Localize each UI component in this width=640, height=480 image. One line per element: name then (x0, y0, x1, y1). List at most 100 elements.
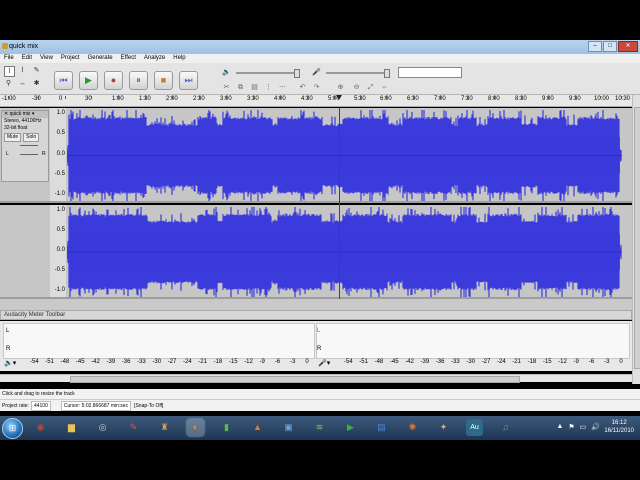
equalizer-icon[interactable]: ≋ (311, 419, 328, 436)
trim-icon[interactable]: ⋮ (264, 83, 273, 92)
media-player-icon[interactable]: ◎ (94, 419, 111, 436)
vlc-icon[interactable]: ▲ (249, 419, 266, 436)
maximize-button[interactable]: □ (603, 41, 617, 52)
adobe-audition-icon[interactable]: Au (466, 419, 483, 436)
track-format: Stereo, 44100Hz (4, 118, 42, 124)
mic-meter-icon[interactable]: 🎤▾ (318, 359, 330, 367)
cut-icon[interactable]: ✂ (222, 83, 231, 92)
envelope-tool-icon[interactable]: ⌇ (18, 66, 27, 75)
installer-icon[interactable]: ♜ (156, 419, 173, 436)
audacity-icon[interactable]: ◐ (187, 419, 204, 436)
ruler-tick (360, 96, 361, 99)
menu-item-effect[interactable]: Effect (117, 54, 140, 63)
volume-icon[interactable]: 🔊 (591, 423, 600, 431)
playback-meter[interactable]: L R (3, 323, 315, 359)
menu-item-view[interactable]: View (36, 54, 57, 63)
silence-icon[interactable]: ⋯ (278, 83, 287, 92)
scroll-thumb[interactable] (634, 107, 640, 369)
amplitude-label: 0.5 (56, 227, 65, 233)
solo-button[interactable]: Solo (23, 133, 40, 142)
network-icon[interactable]: ▭ (580, 423, 587, 431)
skip-end-button[interactable]: ⏭ (179, 71, 198, 90)
undo-icon[interactable]: ↶ (298, 83, 307, 92)
recording-volume-slider[interactable] (326, 69, 390, 78)
zoom-out-icon[interactable]: ⊖ (352, 83, 361, 92)
zoom-in-icon[interactable]: ⊕ (336, 83, 345, 92)
green-app-icon[interactable]: ▮ (218, 419, 235, 436)
ruler-tick (307, 96, 308, 99)
scroll-thumb[interactable] (70, 376, 520, 383)
vertical-scrollbar[interactable] (632, 95, 640, 384)
empty-track-area[interactable] (0, 299, 632, 310)
start-button[interactable]: ⊞ (2, 418, 23, 439)
explorer-folder-icon[interactable]: ▆ (63, 419, 80, 436)
action-center-flag-icon[interactable]: ⚑ (568, 423, 574, 431)
playback-cursor (339, 108, 340, 299)
selection-tool-icon[interactable]: I (4, 66, 15, 77)
audio-track-1[interactable]: ✕ quick mix ▾ Stereo, 44100Hz 32-bit flo… (0, 108, 632, 203)
meter-left-label: L (317, 328, 321, 334)
menu-item-file[interactable]: File (0, 54, 18, 63)
zoom-tool-icon[interactable]: ⚲ (4, 79, 13, 88)
amplitude-label: 0.0 (56, 150, 65, 157)
horizontal-scrollbar[interactable] (0, 374, 632, 383)
draw-tool-icon[interactable]: ✎ (32, 66, 41, 75)
timeline-ruler[interactable]: -1:00 -30 0 30 1:00 1:30 2:00 2:30 3:00 3:30 4:00 4… (0, 95, 640, 107)
record-button[interactable]: ● (104, 71, 123, 90)
stop-button[interactable]: ■ (154, 71, 173, 90)
track-control-panel[interactable]: ✕ quick mix ▾ Stereo, 44100Hz 32-bit flo… (1, 110, 49, 182)
network-app-icon[interactable]: ▤ (373, 419, 390, 436)
fox-app-icon[interactable]: ✺ (404, 419, 421, 436)
mute-button[interactable]: Mute (4, 133, 22, 142)
paint-icon[interactable]: ✎ (125, 419, 142, 436)
audio-track-2[interactable]: 1.0 0.5 0.0 -0.5 -1.0 (0, 205, 632, 299)
fit-project-icon[interactable]: ⇔ (380, 83, 389, 92)
ruler-tick (172, 96, 173, 99)
meter-scale-label: -9 (573, 359, 579, 365)
clock[interactable]: 16:12 16/11/2010 (604, 419, 634, 435)
menu-item-analyze[interactable]: Analyze (140, 54, 169, 63)
menu-item-edit[interactable]: Edit (18, 54, 36, 63)
playback-volume-slider[interactable] (236, 69, 300, 78)
project-rate-select[interactable]: 44100 (30, 400, 51, 411)
pause-button[interactable]: ⏸ (129, 71, 148, 90)
music-app-icon[interactable]: ♫ (497, 419, 514, 436)
waveform-display[interactable] (67, 207, 622, 297)
chrome-icon[interactable]: ◉ (32, 419, 49, 436)
window-titlebar[interactable]: quick mix – □ ✕ (0, 40, 640, 54)
meter-scale-label: -45 (389, 359, 399, 365)
play-button[interactable]: ▶ (79, 71, 98, 90)
menu-item-help[interactable]: Help (169, 54, 189, 63)
menu-item-generate[interactable]: Generate (84, 54, 117, 63)
paste-icon[interactable]: ▤ (250, 83, 259, 92)
ruler-tick (280, 96, 281, 99)
meter-toolbar-header[interactable]: Audacity Meter Toolbar (0, 310, 632, 320)
amplitude-label: 1.0 (56, 207, 65, 213)
meter-scale-label: -30 (466, 359, 476, 365)
display-settings-icon[interactable]: ▣ (280, 419, 297, 436)
recording-meter[interactable]: L R (316, 323, 630, 359)
amplitude-label: 1.0 (56, 110, 65, 116)
timeshift-tool-icon[interactable]: ↔ (18, 79, 27, 88)
gain-slider[interactable] (20, 145, 38, 146)
input-device-select[interactable] (398, 67, 462, 78)
ruler-tick (413, 96, 414, 99)
show-hidden-icons-icon[interactable]: ▲ (556, 423, 563, 431)
meter-scale-label: -54 (344, 359, 353, 365)
close-button[interactable]: ✕ (618, 41, 638, 52)
redo-icon[interactable]: ↷ (312, 83, 321, 92)
fit-selection-icon[interactable]: ⤢ (366, 83, 375, 92)
media-app-icon[interactable]: ▶ (342, 419, 359, 436)
waveform-display[interactable] (67, 110, 622, 201)
amplitude-label: -0.5 (54, 267, 65, 273)
bird-app-icon[interactable]: ✦ (435, 419, 452, 436)
skip-start-button[interactable]: ⏮ (54, 71, 73, 90)
multi-tool-icon[interactable]: ✱ (32, 79, 41, 88)
track-name[interactable]: quick mix (10, 111, 31, 117)
minimize-button[interactable]: – (588, 41, 602, 52)
copy-icon[interactable]: ⧉ (236, 83, 245, 92)
menu-item-project[interactable]: Project (57, 54, 84, 63)
meter-scale-label: -27 (481, 359, 491, 365)
speaker-meter-icon[interactable]: 🔈▾ (4, 359, 16, 367)
pan-slider[interactable] (20, 154, 38, 155)
